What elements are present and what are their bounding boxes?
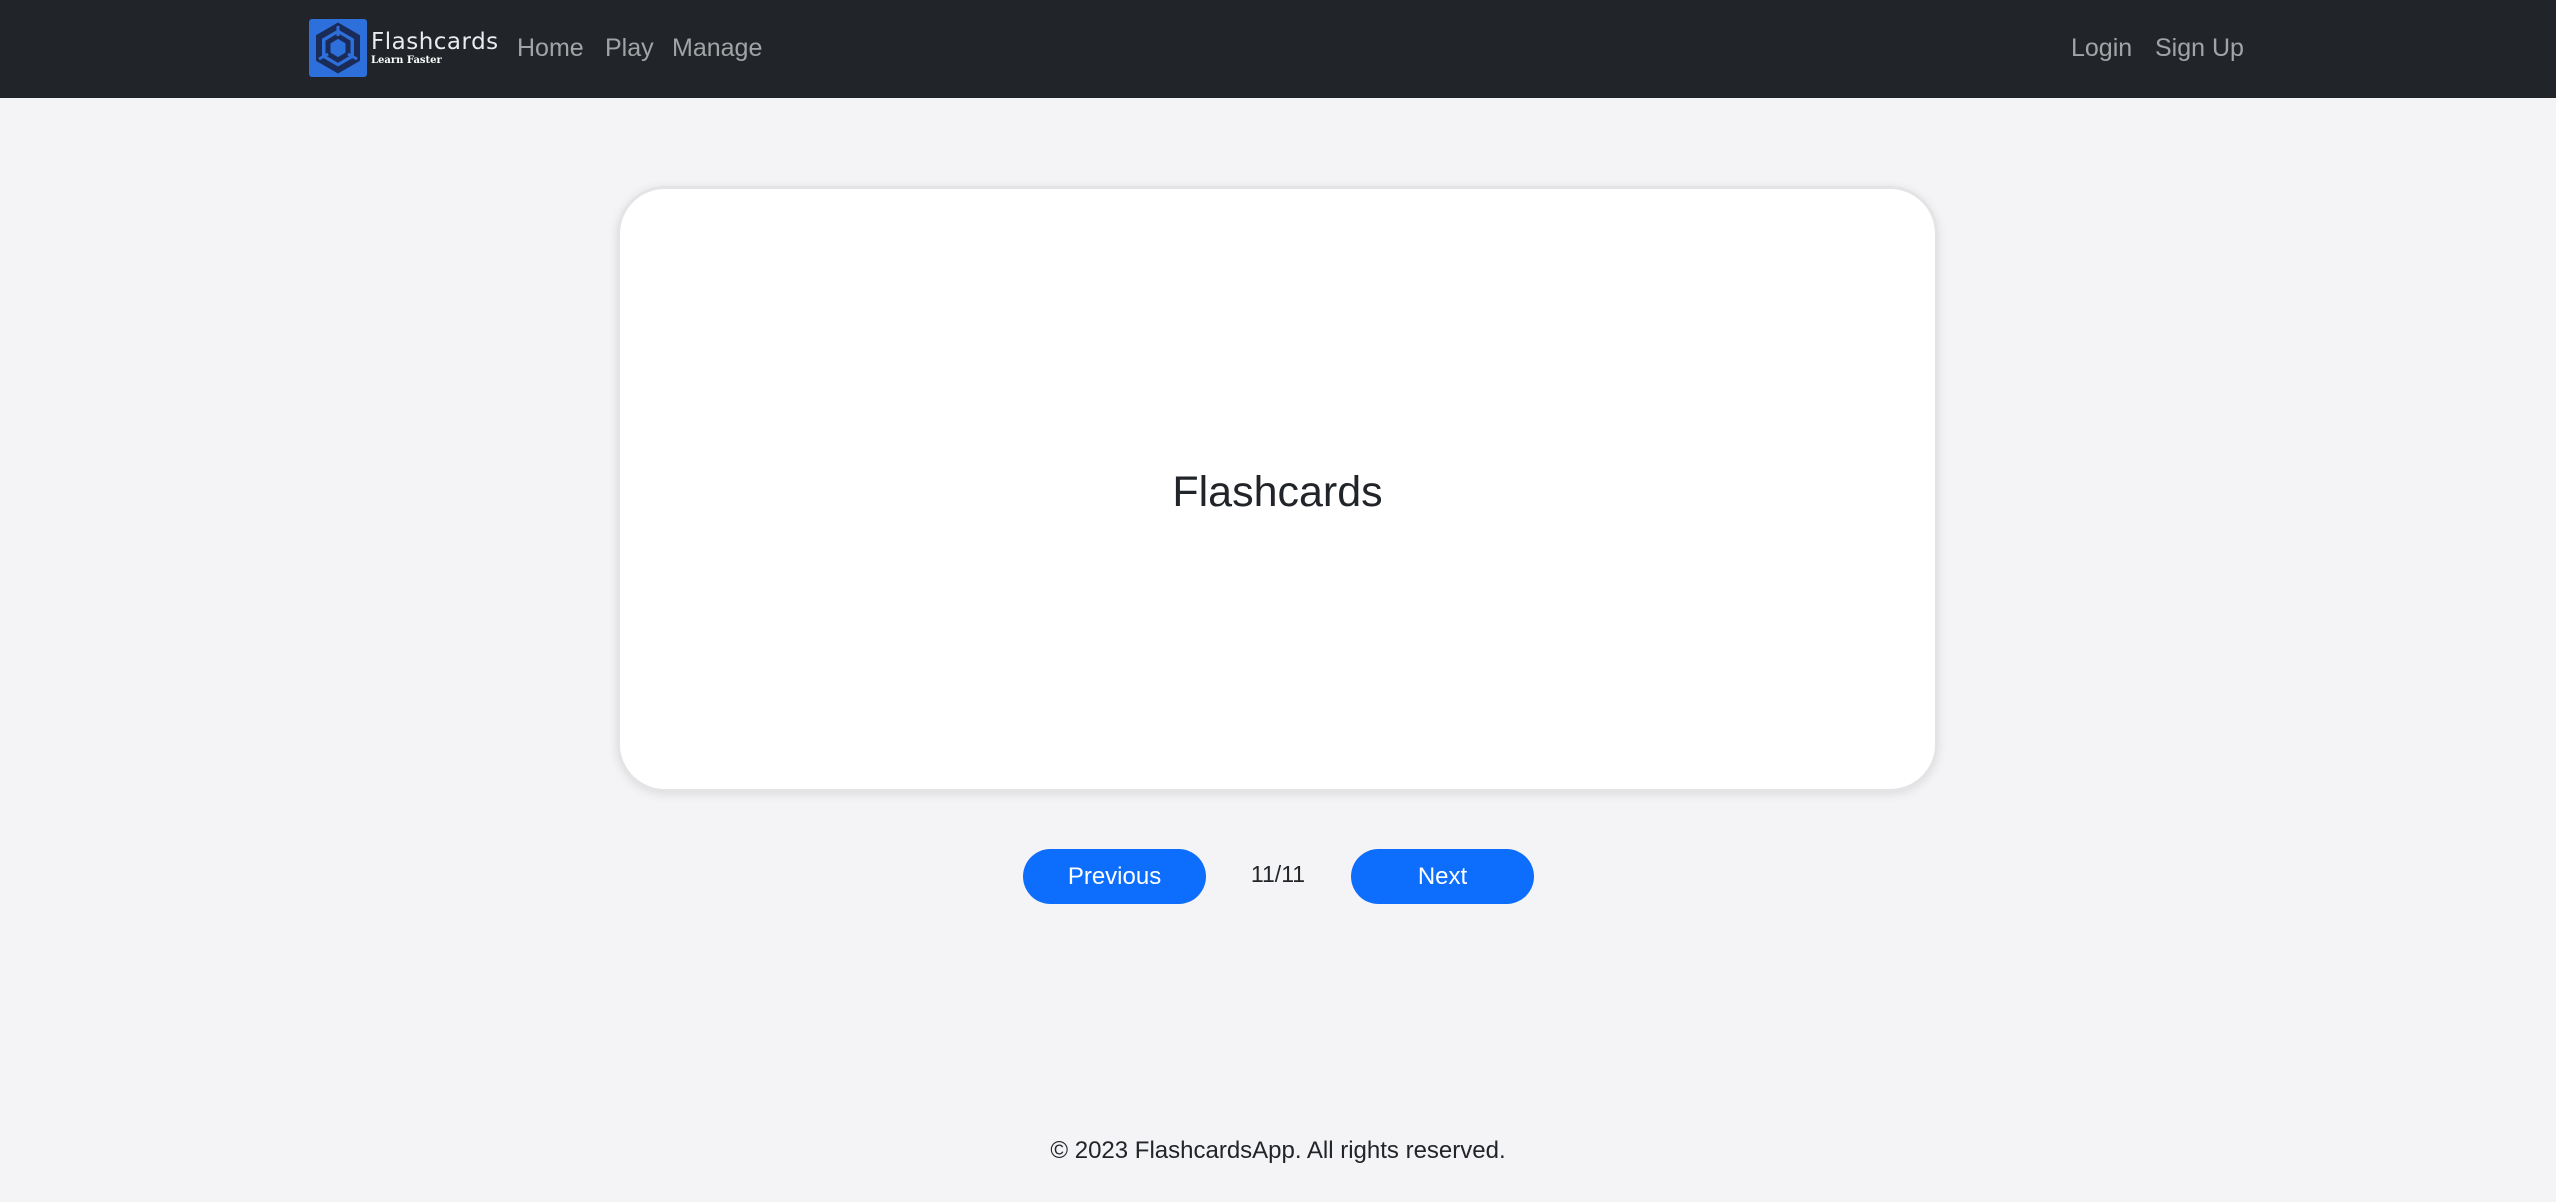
footer-copyright: © 2023 FlashcardsApp. All rights reserve…	[1050, 1137, 1506, 1164]
nav-link-home[interactable]: Home	[517, 32, 584, 64]
next-button[interactable]: Next	[1351, 849, 1534, 904]
brand-name: Flashcards	[371, 28, 499, 55]
hexagon-logo-icon	[309, 19, 367, 77]
flashcard[interactable]: Flashcards	[617, 186, 1938, 792]
nav-link-play[interactable]: Play	[605, 32, 654, 64]
navbar: Flashcards Learn Faster Home Play Manage…	[0, 0, 2556, 98]
previous-button[interactable]: Previous	[1023, 849, 1206, 904]
login-link[interactable]: Login	[2071, 32, 2132, 64]
brand-text: Flashcards Learn Faster	[371, 28, 499, 66]
brand-link[interactable]: Flashcards Learn Faster	[309, 18, 499, 78]
nav-link-manage[interactable]: Manage	[672, 32, 762, 64]
card-counter: 11/11	[1250, 861, 1306, 887]
brand-tagline: Learn Faster	[371, 54, 442, 66]
signup-link[interactable]: Sign Up	[2155, 32, 2244, 64]
flashcard-text: Flashcards	[1172, 468, 1383, 516]
